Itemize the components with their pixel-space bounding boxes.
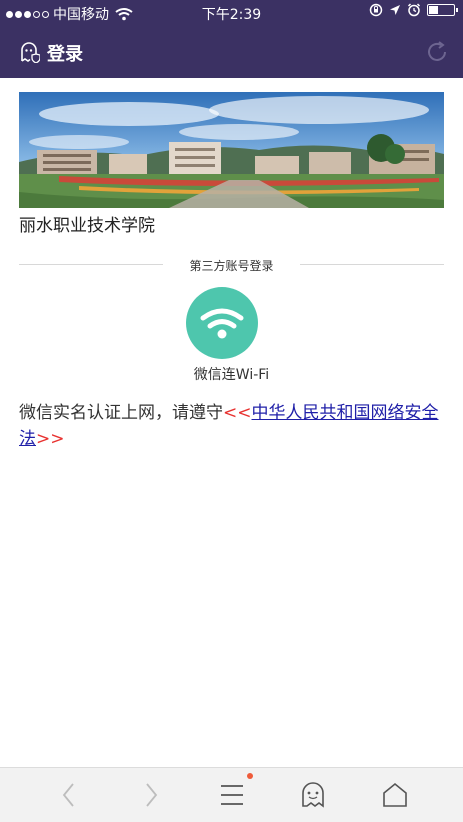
home-icon[interactable]: [381, 781, 409, 809]
wifi-icon: [200, 308, 244, 339]
title-bar: 登录: [0, 26, 463, 78]
notice-open-bracket: <<: [223, 403, 252, 423]
forward-icon[interactable]: [141, 781, 161, 809]
page-title: 登录: [47, 44, 83, 65]
divider-line-right: [300, 264, 444, 265]
campus-banner-image: [19, 92, 444, 208]
refresh-icon[interactable]: [425, 40, 449, 64]
notice-text: 微信实名认证上网，请遵守: [19, 403, 223, 423]
wechat-wifi-label: 微信连Wi-Fi: [193, 367, 270, 383]
ghost-icon[interactable]: [299, 781, 327, 809]
real-name-notice: 微信实名认证上网，请遵守<<中华人民共和国网络安全法>>: [19, 400, 444, 452]
school-name: 丽水职业技术学院: [19, 216, 155, 236]
wechat-wifi-button[interactable]: [186, 287, 258, 359]
browser-toolbar: [0, 767, 463, 822]
ghost-shield-icon: [21, 42, 40, 63]
status-right: [369, 3, 458, 17]
alarm-icon: [407, 3, 421, 17]
battery-icon: [427, 4, 458, 16]
rotation-lock-icon: [369, 3, 383, 17]
status-bar: 中国移动 下午2:39: [0, 0, 463, 26]
back-icon[interactable]: [59, 781, 79, 809]
menu-icon[interactable]: [219, 781, 245, 809]
menu-notification-dot: [247, 773, 253, 779]
location-icon: [390, 5, 400, 15]
notice-close-bracket: >>: [36, 429, 65, 449]
divider-label: 第三方账号登录: [189, 259, 274, 273]
